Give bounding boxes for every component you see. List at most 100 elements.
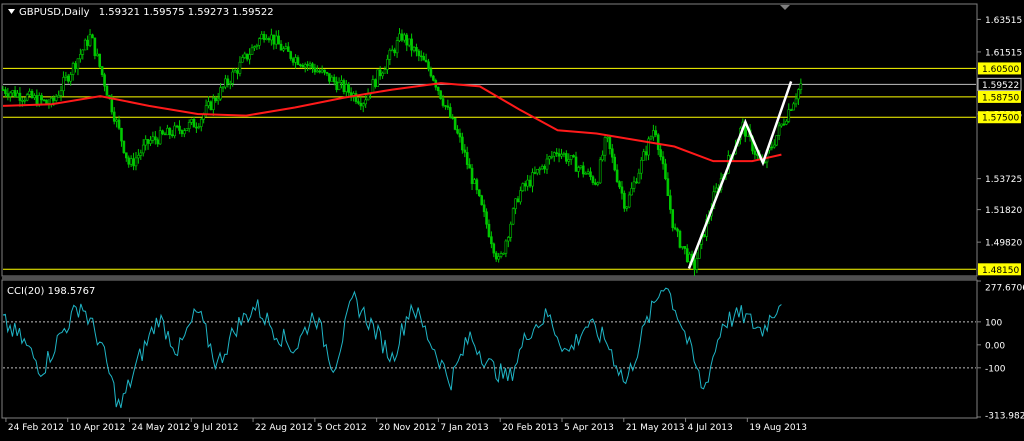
candle-body <box>383 69 387 74</box>
candle-body <box>248 54 251 60</box>
candle-body <box>395 40 399 54</box>
candle-body <box>296 57 300 65</box>
candle-body <box>361 103 365 107</box>
candle-body <box>659 149 662 158</box>
candle-body <box>345 84 348 93</box>
candle-body <box>4 89 7 94</box>
candle-body <box>166 127 169 136</box>
candle-body <box>545 158 549 170</box>
candle-body <box>137 155 140 159</box>
candle-body <box>777 125 781 136</box>
candle-body <box>88 34 92 46</box>
candle-body <box>100 66 104 75</box>
candle-body <box>681 246 684 248</box>
candle-body <box>30 90 34 98</box>
candle-body <box>405 34 409 46</box>
candle-body <box>567 159 571 162</box>
candle-body <box>606 136 609 139</box>
candle-body <box>328 73 331 82</box>
candle-body <box>357 101 360 104</box>
candle-body <box>661 156 665 165</box>
candle-body <box>480 195 484 206</box>
candle-body <box>618 181 621 188</box>
main-y-tick-label-4: 1.53725 <box>985 175 1022 185</box>
candle-body <box>112 111 116 122</box>
candle-body <box>376 69 380 87</box>
candle-body <box>557 153 561 157</box>
candle-body <box>550 155 554 158</box>
candle-body <box>366 93 370 101</box>
candle-body <box>436 86 440 92</box>
candle-body <box>465 152 469 165</box>
candle-body <box>21 100 24 102</box>
candle-body <box>620 186 624 194</box>
candle-body <box>279 43 283 51</box>
candle-body <box>596 182 600 185</box>
candle-body <box>224 78 227 88</box>
candle-body <box>16 92 19 97</box>
candle-body <box>105 85 109 96</box>
x-tick-label-3: 9 Jul 2012 <box>193 423 238 433</box>
candle-body <box>432 75 435 81</box>
candle-body <box>284 46 288 49</box>
candle-body <box>241 57 244 63</box>
cci-y-tick-label-1: 100 <box>985 318 1002 328</box>
x-tick-label-0: 24 Feb 2012 <box>8 423 64 433</box>
candle-body <box>475 179 479 191</box>
candle-body <box>772 144 776 148</box>
candle-body <box>151 136 155 141</box>
candle-body <box>644 151 648 156</box>
candle-body <box>516 198 520 203</box>
candle-body <box>299 64 302 66</box>
candle-body <box>214 97 218 102</box>
candle-body <box>458 132 462 138</box>
candle-body <box>168 127 172 135</box>
candle-body <box>243 53 247 58</box>
candle-body <box>514 198 517 210</box>
candle-body <box>103 74 106 87</box>
candle-body <box>536 169 539 174</box>
candle-body <box>490 236 493 245</box>
candle-body <box>789 109 793 111</box>
candle-body <box>33 95 36 98</box>
chart-root: 1.635151.615151.577051.537251.518201.498… <box>0 0 1024 437</box>
candle-body <box>86 39 89 46</box>
candle-body <box>702 234 706 237</box>
candle-body <box>146 139 150 144</box>
candle-body <box>144 139 147 146</box>
candle-body <box>562 153 566 155</box>
candle-body <box>519 190 522 203</box>
candle-body <box>282 48 285 51</box>
candle-body <box>794 98 798 105</box>
candle-body <box>785 120 788 125</box>
candle-body <box>543 165 546 170</box>
x-tick-label-5: 5 Oct 2012 <box>317 423 367 433</box>
candle-body <box>374 79 377 87</box>
candle-body <box>134 157 138 167</box>
x-tick-label-6: 20 Nov 2012 <box>379 423 437 433</box>
candle-body <box>453 117 457 130</box>
candle-body <box>390 49 394 52</box>
candle-body <box>695 258 699 270</box>
candle-body <box>323 69 326 73</box>
candle-body <box>59 90 63 96</box>
candle-body <box>676 228 679 232</box>
candle-body <box>637 172 641 184</box>
candle-body <box>359 102 363 107</box>
candle-body <box>156 139 160 145</box>
candle-body <box>555 152 558 154</box>
candle-body <box>129 158 133 165</box>
candle-body <box>533 172 537 174</box>
candle-body <box>340 80 343 83</box>
candle-body <box>42 99 46 102</box>
candle-body <box>388 49 392 60</box>
candle-body <box>154 136 157 141</box>
candle-body <box>83 39 87 51</box>
candle-body <box>250 47 254 55</box>
candle-body <box>216 98 220 102</box>
candle-body <box>272 34 276 45</box>
candle-body <box>492 243 496 254</box>
candle-body <box>185 128 189 131</box>
candle-body <box>615 169 619 182</box>
candle-body <box>504 240 508 254</box>
